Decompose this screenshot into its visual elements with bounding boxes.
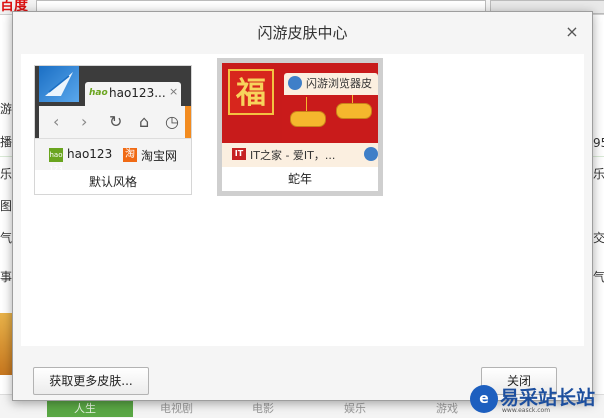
preview-tab-title: hao123...: [109, 86, 166, 100]
background-tab-label: 电视剧: [160, 402, 193, 415]
background-left-text: 乐: [0, 167, 12, 181]
background-left-text: 游: [0, 102, 12, 116]
background-right-text: 气: [593, 270, 604, 284]
get-more-skins-button[interactable]: 获取更多皮肤...: [33, 367, 149, 395]
dialog-title: 闪游皮肤中心: [257, 24, 348, 42]
skin-preview-snake-year: 福 闪游浏览器皮 IT IT之家 - 爱IT，...: [222, 63, 378, 167]
back-icon: ‹: [53, 112, 60, 131]
browser-logo-icon: [39, 66, 79, 102]
bookmark-label: IT之家 - 爱IT，...: [250, 149, 336, 162]
browser-tab-icon: [288, 76, 302, 90]
hao123-tab-icon: hao: [89, 88, 108, 98]
lantern-icon: [336, 103, 372, 119]
taobao-bookmark-icon: 淘: [123, 148, 137, 162]
skin-preview-default: hao hao123... × ‹ › ↻ ⌂ ◷ hao 123 hao123…: [35, 66, 191, 170]
tab-close-icon: ×: [169, 85, 179, 98]
watermark-logo-icon: e: [470, 385, 498, 413]
background-left-text: 气: [0, 231, 12, 245]
close-icon[interactable]: ×: [563, 23, 581, 41]
background-right-text: 交: [593, 231, 604, 245]
refresh-icon: ↻: [109, 112, 123, 131]
bookmark-label: 淘宝网: [141, 149, 178, 163]
background-divider: [592, 156, 604, 157]
skin-name-default: 默认风格: [35, 170, 191, 194]
lantern-icon: [290, 111, 326, 127]
background-right-text: 95: [593, 136, 604, 150]
skin-center-dialog: 闪游皮肤中心 × hao hao123... × ‹ › ↻ ⌂ ◷ hao 1…: [12, 11, 593, 401]
lantern-string: [306, 97, 307, 111]
skin-name-snake-year: 蛇年: [222, 167, 378, 191]
watermark-text: 易采站长站: [500, 387, 596, 409]
preview-tab-title: 闪游浏览器皮: [306, 77, 372, 90]
ithome-bookmark-icon: IT: [232, 148, 246, 160]
forward-icon: ›: [81, 112, 88, 131]
watermark: e 易采站长站 www.easck.com: [470, 383, 604, 417]
history-icon: ◷: [165, 112, 179, 131]
background-left-text: 事: [0, 270, 12, 284]
background-tab-label: 人生: [74, 402, 96, 415]
hao123-bookmark-icon: hao 123: [49, 148, 63, 170]
background-tab-label: 游戏: [436, 402, 458, 415]
skin-card-default[interactable]: hao hao123... × ‹ › ↻ ⌂ ◷ hao 123 hao123…: [34, 65, 192, 195]
background-tab-label: 电影: [252, 402, 274, 415]
background-tab-label: 娱乐: [344, 402, 366, 415]
bookmark-label: hao123: [67, 147, 113, 161]
background-divider: [0, 156, 12, 157]
background-left-text: 播: [0, 135, 12, 149]
background-right-text: 乐: [593, 167, 604, 181]
skin-list: hao hao123... × ‹ › ↻ ⌂ ◷ hao 123 hao123…: [21, 54, 584, 346]
background-left-text: 图: [0, 199, 12, 213]
browser-bookmark-icon: [364, 147, 378, 161]
background-food-image: [0, 313, 12, 375]
skin-card-snake-year[interactable]: 福 闪游浏览器皮 IT IT之家 - 爱IT，... 蛇年: [217, 58, 383, 196]
fu-character-icon: 福: [228, 69, 274, 115]
watermark-subtext: www.easck.com: [502, 407, 551, 414]
home-icon: ⌂: [139, 112, 150, 131]
